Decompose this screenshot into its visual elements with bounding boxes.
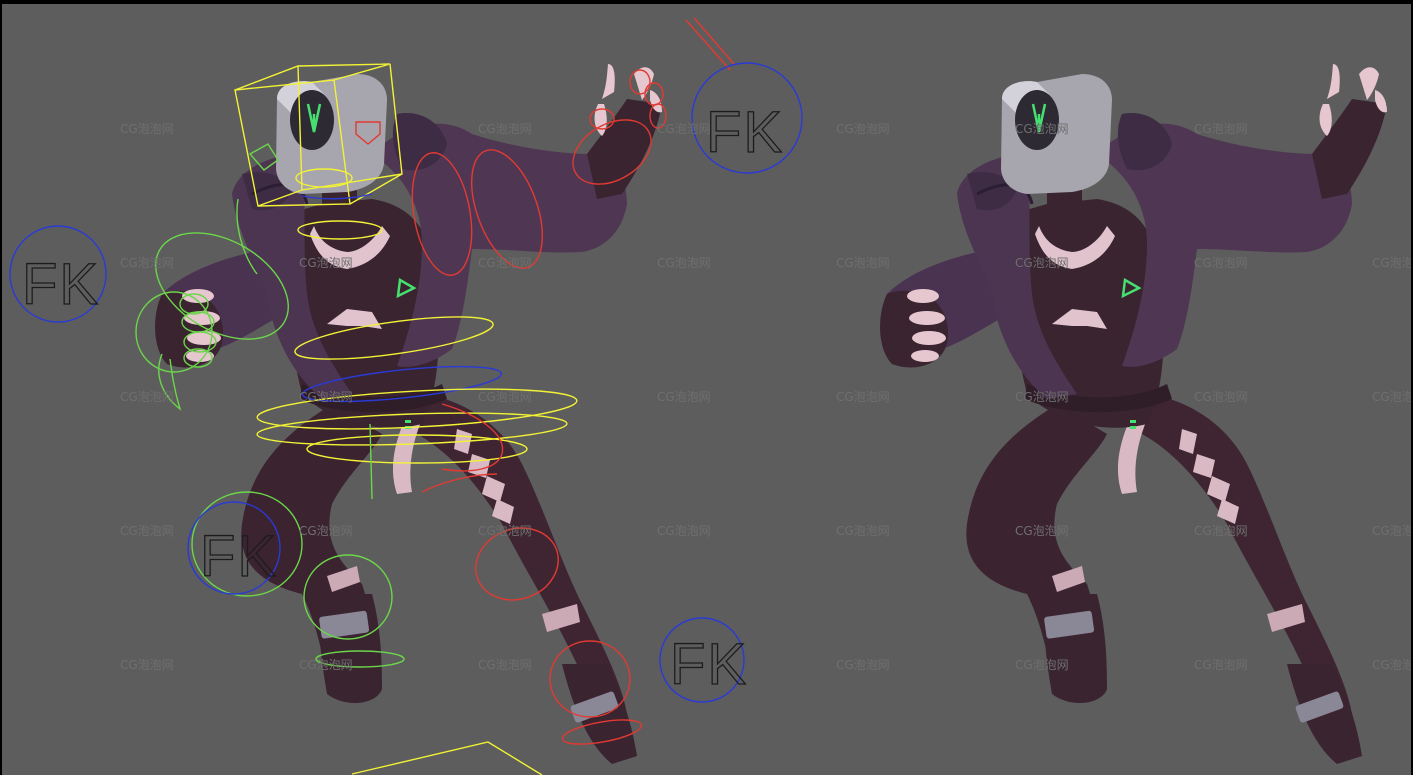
fk-label-3: FK [200, 524, 278, 589]
root-control[interactable] [351, 741, 543, 775]
fk-label-4: FK [670, 632, 748, 697]
fk-label-1: FK [22, 252, 100, 317]
viewport-scene[interactable]: FK FK FK FK [2, 4, 1411, 775]
clean-character-model[interactable] [878, 62, 1389, 766]
right-arm-pole-vector[interactable] [685, 17, 735, 71]
fk-label-2: FK [706, 100, 784, 165]
3d-viewport[interactable]: FK FK FK FK CG泡泡网 CG泡泡网 CG泡泡网 CG泡泡网 CG泡泡… [2, 4, 1411, 775]
